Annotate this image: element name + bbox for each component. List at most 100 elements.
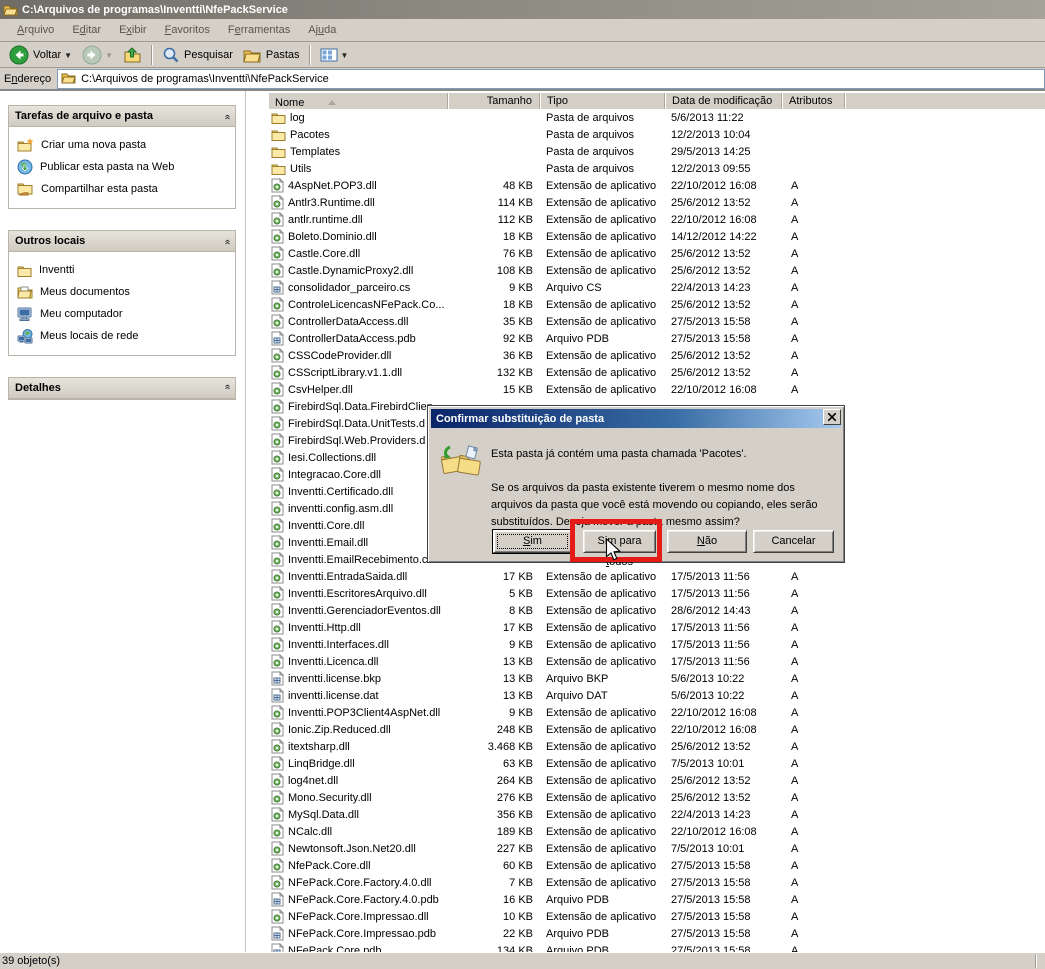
views-button[interactable]: ▼ [315,44,354,66]
folders-button[interactable]: Pastas [238,44,305,66]
file-row[interactable]: inventti.license.dat 13 KB Arquivo DAT 5… [268,687,1045,704]
search-button[interactable]: Pesquisar [157,44,238,66]
column-header-Nome[interactable]: Nome [268,93,448,110]
sidebar-item[interactable]: Criar uma nova pasta [17,134,231,156]
sidebar-pane-header[interactable]: Detalhes » [9,378,235,399]
file-name: Mono.Security.dll [288,792,372,804]
no-button[interactable]: Não [667,530,747,553]
file-row[interactable]: CsvHelper.dll 15 KB Extensão de aplicati… [268,381,1045,398]
file-row[interactable]: NFePack.Core.pdb 134 KB Arquivo PDB 27/5… [268,942,1045,952]
file-row[interactable]: LinqBridge.dll 63 KB Extensão de aplicat… [268,755,1045,772]
file-row[interactable]: CSSCodeProvider.dll 36 KB Extensão de ap… [268,347,1045,364]
file-date: 5/6/2013 11:22 [665,112,782,124]
chevron-icon[interactable]: » [223,386,231,390]
file-row[interactable]: NFePack.Core.Impressao.dll 10 KB Extensã… [268,908,1045,925]
menu-item[interactable]: Ferramentas [219,22,299,38]
menu-item[interactable]: Arquivo [8,22,63,38]
file-row[interactable]: Inventti.Interfaces.dll 9 KB Extensão de… [268,636,1045,653]
file-row[interactable]: 4AspNet.POP3.dll 48 KB Extensão de aplic… [268,177,1045,194]
file-row[interactable]: itextsharp.dll 3.468 KB Extensão de apli… [268,738,1045,755]
file-row[interactable]: NFePack.Core.Impressao.pdb 22 KB Arquivo… [268,925,1045,942]
file-date: 27/5/2013 15:58 [665,860,782,872]
file-size: 18 KB [448,299,540,311]
file-row[interactable]: ControllerDataAccess.dll 35 KB Extensão … [268,313,1045,330]
file-row[interactable]: NFePack.Core.Factory.4.0.dll 7 KB Extens… [268,874,1045,891]
file-type: Extensão de aplicativo [540,299,665,311]
file-attr: A [782,299,845,311]
file-row[interactable]: Boleto.Dominio.dll 18 KB Extensão de apl… [268,228,1045,245]
file-row[interactable]: consolidador_parceiro.cs 9 KB Arquivo CS… [268,279,1045,296]
column-header-Tipo[interactable]: Tipo [540,93,665,110]
file-row[interactable]: antlr.runtime.dll 112 KB Extensão de apl… [268,211,1045,228]
up-button[interactable] [118,44,147,66]
file-name: ControllerDataAccess.dll [288,316,408,328]
window-title: C:\Arquivos de programas\Inventti\NfePac… [22,4,288,16]
menu-item[interactable]: Favoritos [156,22,219,38]
my-documents-icon [17,285,33,299]
file-type: Arquivo BKP [540,673,665,685]
file-row[interactable]: NCalc.dll 189 KB Extensão de aplicativo … [268,823,1045,840]
sidebar-item[interactable]: Meus locais de rede [17,325,231,347]
chevron-icon[interactable]: « [223,114,231,118]
folders-label: Pastas [266,49,300,61]
file-row[interactable]: Antlr3.Runtime.dll 114 KB Extensão de ap… [268,194,1045,211]
sidebar-item[interactable]: Compartilhar esta pasta [17,178,231,200]
dialog-titlebar[interactable]: Confirmar substituição de pasta [431,409,841,428]
menu-item[interactable]: Exibir [110,22,156,38]
file-date: 17/5/2013 11:56 [665,622,782,634]
file-row[interactable]: Utils Pasta de arquivos 12/2/2013 09:55 [268,160,1045,177]
file-row[interactable]: ControllerDataAccess.pdb 92 KB Arquivo P… [268,330,1045,347]
sidebar-item[interactable]: Meu computador [17,303,231,325]
file-type: Arquivo PDB [540,894,665,906]
file-row[interactable]: inventti.license.bkp 13 KB Arquivo BKP 5… [268,670,1045,687]
file-row[interactable]: Inventti.EntradaSaida.dll 17 KB Extensão… [268,568,1045,585]
dll-icon [271,212,284,227]
address-input[interactable]: C:\Arquivos de programas\Inventti\NfePac… [57,69,1045,89]
file-row[interactable]: Mono.Security.dll 276 KB Extensão de apl… [268,789,1045,806]
file-row[interactable]: Inventti.POP3Client4AspNet.dll 9 KB Exte… [268,704,1045,721]
file-row[interactable]: Ionic.Zip.Reduced.dll 248 KB Extensão de… [268,721,1045,738]
file-row[interactable]: ControleLicencasNFePack.Co... 18 KB Exte… [268,296,1045,313]
file-row[interactable]: Inventti.EscritoresArquivo.dll 5 KB Exte… [268,585,1045,602]
dialog-title: Confirmar substituição de pasta [436,413,604,425]
window-titlebar[interactable]: C:\Arquivos de programas\Inventti\NfePac… [0,0,1045,19]
column-header-Atributos[interactable]: Atributos [782,93,845,110]
file-row[interactable]: NfePack.Core.dll 60 KB Extensão de aplic… [268,857,1045,874]
sidebar-item[interactable]: Meus documentos [17,281,231,303]
file-date: 27/5/2013 15:58 [665,333,782,345]
sidebar-pane-header[interactable]: Tarefas de arquivo e pasta « [9,106,235,127]
file-row[interactable]: log Pasta de arquivos 5/6/2013 11:22 [268,109,1045,126]
cancel-button[interactable]: Cancelar [753,530,834,553]
file-row[interactable]: log4net.dll 264 KB Extensão de aplicativ… [268,772,1045,789]
back-button[interactable]: Voltar ▼ [4,44,77,66]
yes-button[interactable]: Sim [493,530,572,553]
file-size: 248 KB [448,724,540,736]
sidebar-pane-body: Criar uma nova pasta Publicar esta pasta… [9,127,235,208]
file-row[interactable]: CSScriptLibrary.v1.1.dll 132 KB Extensão… [268,364,1045,381]
file-row[interactable]: NFePack.Core.Factory.4.0.pdb 16 KB Arqui… [268,891,1045,908]
dll-icon [271,620,284,635]
file-size: 76 KB [448,248,540,260]
sidebar-item[interactable]: Publicar esta pasta na Web [17,156,231,178]
chevron-icon[interactable]: « [223,239,231,243]
menu-item[interactable]: Ajuda [299,22,345,38]
file-date: 28/6/2012 14:43 [665,605,782,617]
close-icon[interactable] [823,409,841,425]
explorer-window: C:\Arquivos de programas\Inventti\NfePac… [0,0,1045,969]
file-type: Extensão de aplicativo [540,741,665,753]
menu-item[interactable]: Editar [63,22,110,38]
file-row[interactable]: Pacotes Pasta de arquivos 12/2/2013 10:0… [268,126,1045,143]
file-row[interactable]: MySql.Data.dll 356 KB Extensão de aplica… [268,806,1045,823]
sidebar-pane-header[interactable]: Outros locais « [9,231,235,252]
file-row[interactable]: Inventti.Http.dll 17 KB Extensão de apli… [268,619,1045,636]
column-header-Tamanho[interactable]: Tamanho [448,93,540,110]
file-row[interactable]: Templates Pasta de arquivos 29/5/2013 14… [268,143,1045,160]
file-row[interactable]: Castle.DynamicProxy2.dll 108 KB Extensão… [268,262,1045,279]
column-header-Data de modificação[interactable]: Data de modificação [665,93,782,110]
file-row[interactable]: Inventti.GerenciadorEventos.dll 8 KB Ext… [268,602,1045,619]
sidebar-item[interactable]: Inventti [17,259,231,281]
file-row[interactable]: Newtonsoft.Json.Net20.dll 227 KB Extensã… [268,840,1045,857]
forward-button[interactable]: ▼ [77,44,118,66]
file-row[interactable]: Inventti.Licenca.dll 13 KB Extensão de a… [268,653,1045,670]
file-row[interactable]: Castle.Core.dll 76 KB Extensão de aplica… [268,245,1045,262]
